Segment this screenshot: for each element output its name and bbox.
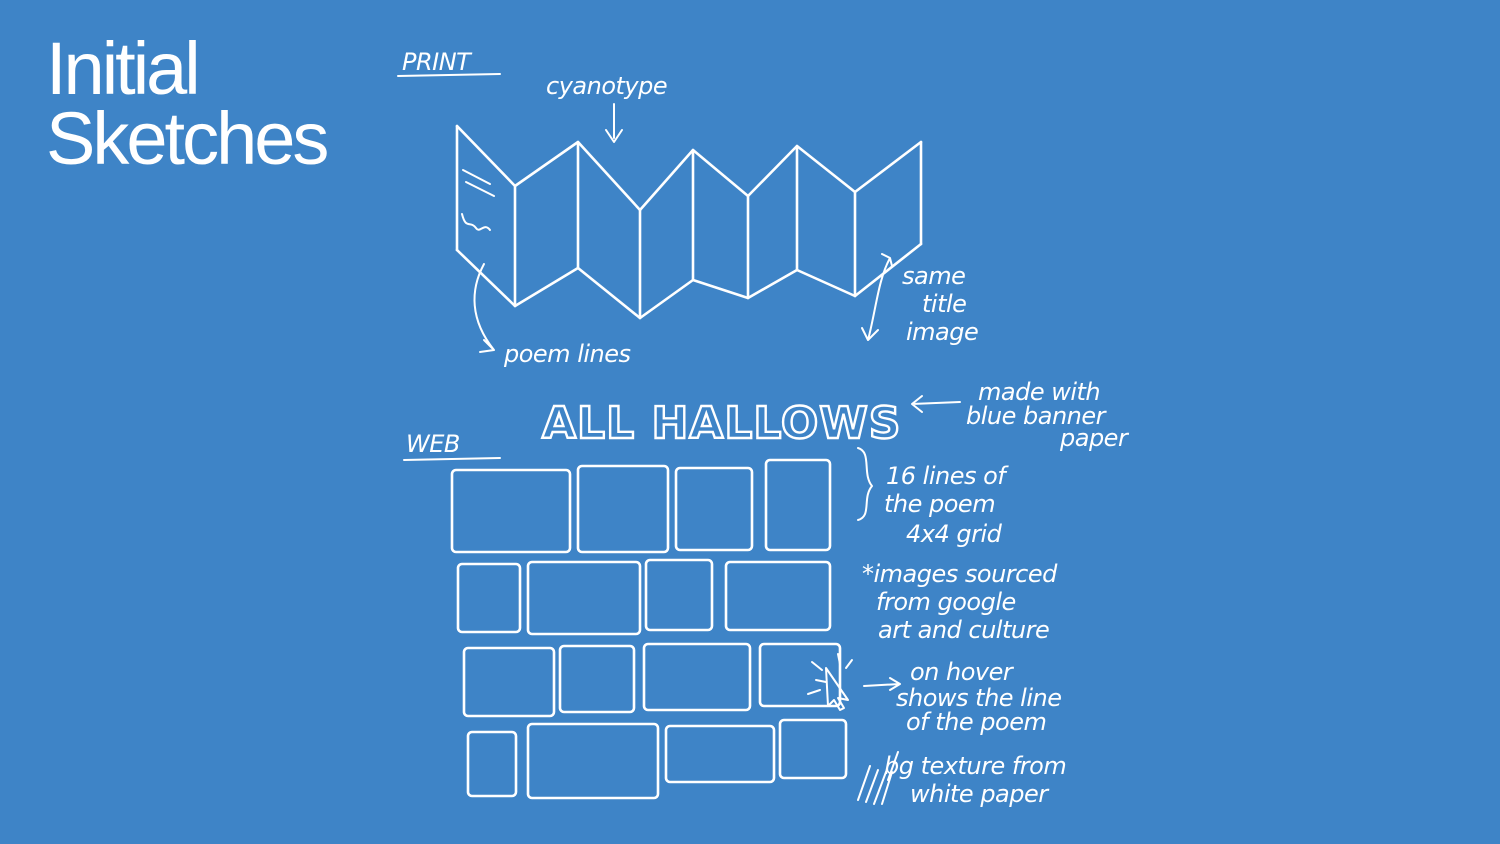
book-bottom-edge	[455, 242, 923, 320]
poem-scribble	[461, 169, 495, 231]
accordion-book	[455, 124, 923, 320]
book-top-edge	[455, 124, 923, 212]
print-heading: PRINT	[402, 48, 473, 76]
grid-cell	[526, 722, 660, 800]
image-grid	[450, 458, 848, 800]
banner-note-3: paper	[1059, 424, 1130, 452]
grid-cell	[450, 468, 572, 554]
print-section: PRINT cyanotype poem lines same title im…	[397, 48, 979, 368]
grid-cell	[456, 562, 522, 634]
cyanotype-arrow	[605, 103, 623, 143]
texture-note-2: white paper	[910, 780, 1050, 808]
slide: Initial Sketches PRINT cyanotype poem li…	[0, 0, 1500, 844]
images-note-2: from google	[876, 588, 1016, 616]
grid-cell	[466, 730, 518, 798]
grid-cell	[642, 642, 752, 712]
web-heading-underline	[403, 457, 501, 461]
grid-cell	[674, 466, 754, 552]
hover-note-3: of the poem	[906, 708, 1046, 736]
texture-note-1: bg texture from	[884, 752, 1066, 780]
grid-cell	[558, 644, 636, 714]
hover-arrow	[863, 677, 901, 691]
images-note-1: *images sourced	[862, 560, 1058, 588]
grid-cell	[644, 558, 714, 632]
grid-brace	[857, 447, 873, 521]
grid-note-1: 16 lines of	[886, 462, 1009, 490]
grid-cell	[462, 646, 556, 718]
hover-cursor-icon	[807, 653, 853, 711]
image-note: image	[906, 318, 978, 346]
same-note: same	[902, 262, 965, 290]
cyanotype-note: cyanotype	[546, 72, 667, 100]
same-title-arrow	[861, 253, 893, 341]
grid-cell	[576, 464, 670, 554]
all-hallows-title: ALL HALLOWS	[542, 398, 901, 449]
web-section: WEB ALL HALLOWS made with blue banner pa…	[403, 378, 1130, 808]
grid-note-3: 4x4 grid	[906, 520, 1003, 548]
grid-cell	[664, 724, 776, 784]
grid-cell	[778, 718, 848, 780]
poem-lines-note: poem lines	[503, 340, 631, 368]
web-heading: WEB	[406, 430, 460, 458]
banner-arrow	[911, 395, 961, 413]
images-note-3: art and culture	[878, 616, 1049, 644]
grid-cell	[764, 458, 832, 552]
grid-note-2: the poem	[884, 490, 995, 518]
sketch-drawing: PRINT cyanotype poem lines same title im…	[397, 48, 1130, 808]
grid-cell	[526, 560, 642, 636]
hover-note-1: on hover	[910, 658, 1015, 686]
title-note: title	[922, 290, 966, 318]
grid-cell	[724, 560, 832, 632]
